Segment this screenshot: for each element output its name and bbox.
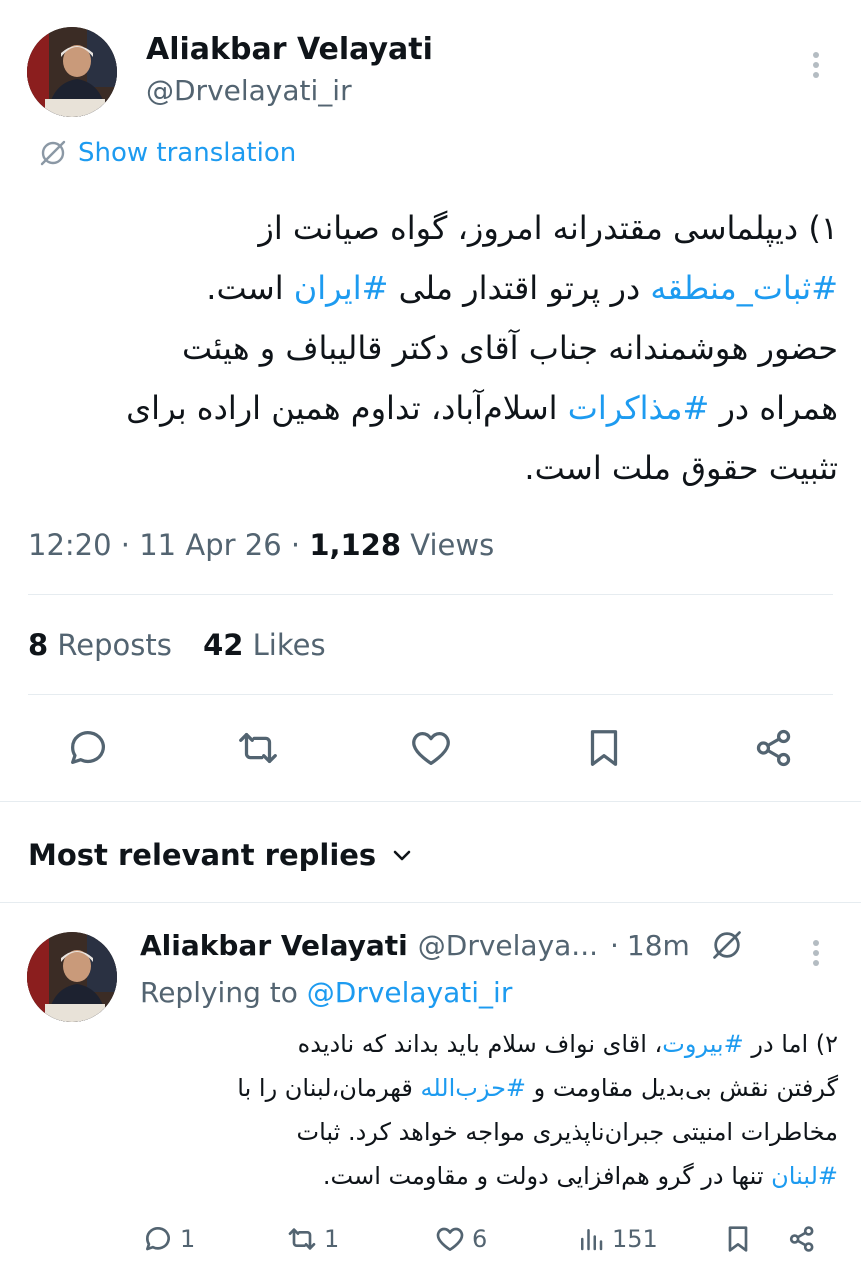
avatar-image (27, 932, 117, 1022)
bookmark-button[interactable] (578, 722, 630, 774)
tweet-time[interactable]: 12:20 (28, 528, 112, 562)
reposts-label: Reposts (57, 628, 172, 662)
text-fragment: گرفتن نقش بی‌بدیل مقاومت و (526, 1074, 838, 1102)
reply-author-handle[interactable]: @Drvelaya... (418, 929, 598, 962)
reply-reply-button[interactable]: 1 (142, 1223, 195, 1255)
replies-sort-dropdown[interactable]: Most relevant replies (28, 838, 414, 872)
text-fragment: قهرمان،لبنان را با (237, 1074, 421, 1102)
replying-to: Replying to @Drvelayati_ir (140, 976, 512, 1009)
views-count: 1,128 (309, 528, 402, 562)
likes-stat[interactable]: 42 Likes (203, 628, 326, 662)
tweet-text-line: ۱) دیپلماسی مقتدرانه امروز، گواه صیانت ا… (258, 209, 838, 247)
dot-icon (813, 72, 819, 78)
reply-repost-button[interactable]: 1 (286, 1223, 339, 1255)
hashtag-link[interactable]: #ثبات_منطقه (650, 269, 838, 307)
divider (28, 694, 833, 695)
reply-author-avatar[interactable] (27, 932, 117, 1022)
tweet-date[interactable]: 11 Apr 26 (139, 528, 281, 562)
hashtag-link[interactable]: #حزب‌الله (420, 1074, 526, 1102)
like-count: 6 (472, 1225, 488, 1253)
separator-dot: · (290, 528, 301, 562)
replying-to-handle[interactable]: @Drvelayati_ir (307, 976, 513, 1009)
separator-dot: · (610, 928, 619, 962)
text-fragment: تنها در گرو هم‌افزایی دولت و مقاومت است. (322, 1162, 772, 1190)
reposts-stat[interactable]: 8 Reposts (28, 628, 181, 662)
text-fragment: ، اقای نواف سلام باید بداند که نادیده (297, 1030, 663, 1058)
translate-icon (40, 140, 66, 166)
likes-label: Likes (252, 628, 326, 662)
analytics-icon (581, 1229, 603, 1251)
author-avatar[interactable] (27, 27, 117, 117)
show-translation-label: Show translation (78, 138, 297, 168)
heart-icon (436, 1227, 464, 1251)
tweet-text: ۱) دیپلماسی مقتدرانه امروز، گواه صیانت ا… (30, 198, 838, 498)
share-icon (756, 729, 791, 767)
repost-button[interactable] (232, 722, 284, 774)
reply-views-button[interactable]: 151 (576, 1223, 658, 1255)
show-translation-button[interactable]: Show translation (38, 138, 296, 168)
reply-icon (146, 1227, 170, 1251)
engagement-stats: 8 Reposts 42 Likes (28, 628, 326, 662)
reposts-count: 8 (28, 628, 49, 662)
repost-icon (239, 732, 277, 764)
hashtag-link[interactable]: #لبنان (771, 1162, 838, 1190)
chevron-down-icon (393, 850, 411, 861)
text-fragment: است. (206, 269, 294, 307)
divider (28, 594, 833, 595)
share-icon (789, 1226, 814, 1252)
hashtag-link[interactable]: #ایران (294, 269, 389, 307)
views-count: 151 (612, 1225, 658, 1253)
author-name[interactable]: Aliakbar Velayati (146, 32, 433, 67)
separator-dot: · (120, 528, 131, 562)
hashtag-link[interactable]: #بیروت (662, 1030, 743, 1058)
reply-text-line: گرفتن نقش بی‌بدیل مقاومت و #حزب‌الله قهر… (140, 1066, 838, 1110)
tweet-text-line: همراه در #مذاکرات اسلام‌آباد، تداوم همین… (30, 378, 838, 438)
reply-text-line: مخاطرات امنیتی جبران‌ناپذیری مواجه خواهد… (296, 1118, 838, 1146)
heart-icon (412, 731, 450, 765)
bookmark-icon (590, 730, 618, 766)
reply-header: Aliakbar Velayati @Drvelaya... · 18m (140, 928, 744, 962)
hashtag-link[interactable]: #مذاکرات (568, 389, 710, 427)
divider (0, 801, 861, 802)
avatar-image (27, 27, 117, 117)
tweet-text-line: حضور هوشمندانه جناب آقای دکتر قالیباف و … (181, 329, 838, 367)
text-fragment: اسلام‌آباد، تداوم همین اراده برای (126, 389, 568, 427)
bookmark-icon (728, 1226, 748, 1252)
likes-count: 42 (203, 628, 244, 662)
reply-bookmark-button[interactable] (722, 1223, 754, 1255)
like-button[interactable] (405, 722, 457, 774)
replies-sort-label: Most relevant replies (28, 838, 377, 872)
reply-button[interactable] (62, 722, 114, 774)
reply-time[interactable]: 18m (627, 929, 690, 962)
text-fragment: همراه در (709, 389, 838, 427)
reply-author-name[interactable]: Aliakbar Velayati (140, 929, 408, 962)
replying-to-label: Replying to (140, 976, 298, 1009)
dot-icon (813, 950, 819, 956)
dot-icon (813, 62, 819, 68)
repost-icon (288, 1228, 316, 1250)
reply-icon (71, 731, 105, 765)
dot-icon (813, 940, 819, 946)
share-button[interactable] (748, 722, 800, 774)
reply-text-line: #لبنان تنها در گرو هم‌افزایی دولت و مقاو… (140, 1154, 838, 1198)
translate-icon[interactable] (710, 928, 744, 962)
tweet-meta: 12:20 · 11 Apr 26 · 1,128 Views (28, 528, 494, 562)
tweet-text-line: #ثبات_منطقه در پرتو اقتدار ملی #ایران اس… (30, 258, 838, 318)
reply-text: ۲) اما در #بیروت، اقای نواف سلام باید بد… (140, 1022, 838, 1198)
views-label: Views (410, 528, 495, 562)
text-fragment: ۲) اما در (743, 1030, 838, 1058)
reply-like-button[interactable]: 6 (434, 1223, 487, 1255)
reply-share-button[interactable] (786, 1223, 818, 1255)
more-options-button[interactable] (813, 48, 819, 82)
repost-count: 1 (324, 1225, 340, 1253)
text-fragment: در پرتو اقتدار ملی (388, 269, 651, 307)
divider (0, 902, 861, 903)
reply-more-options-button[interactable] (813, 936, 819, 970)
dot-icon (813, 960, 819, 966)
dot-icon (813, 52, 819, 58)
reply-text-line: ۲) اما در #بیروت، اقای نواف سلام باید بد… (140, 1022, 838, 1066)
reply-count: 1 (180, 1225, 196, 1253)
author-handle[interactable]: @Drvelayati_ir (146, 74, 352, 107)
tweet-text-line: تثبیت حقوق ملت است. (524, 449, 838, 487)
